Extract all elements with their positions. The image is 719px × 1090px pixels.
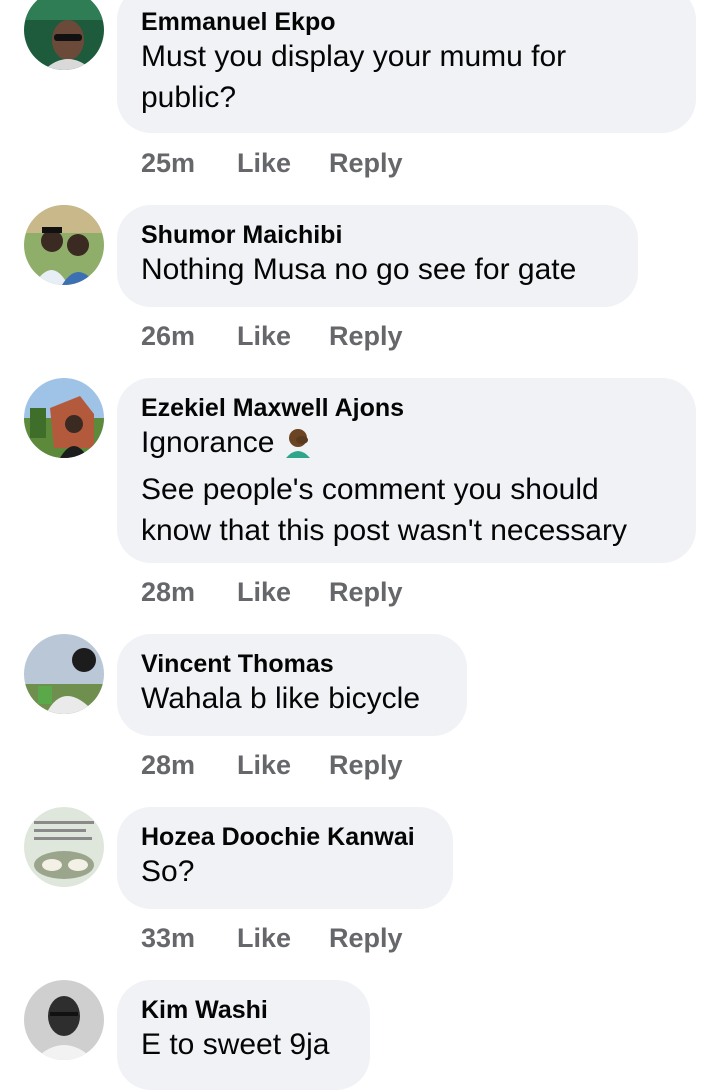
comment-text: Must you display your mumu for: [141, 40, 567, 73]
comment-text: So?: [141, 855, 195, 888]
comment-timestamp[interactable]: 33m: [141, 923, 195, 954]
comment-text: Ignorance: [141, 422, 672, 469]
commenter-name[interactable]: Shumor Maichibi: [141, 205, 614, 249]
comment-bubble: Shumor Maichibi Nothing Musa no go see f…: [117, 205, 638, 307]
commenter-name[interactable]: Emmanuel Ekpo: [141, 0, 672, 36]
comment-bubble: Emmanuel Ekpo Must you display your mumu…: [117, 0, 696, 133]
reply-button[interactable]: Reply: [329, 577, 403, 608]
like-button[interactable]: Like: [237, 923, 291, 954]
comment-text: Nothing Musa no go see for gate: [141, 253, 577, 286]
avatar[interactable]: [24, 205, 104, 285]
comment-text: E to sweet 9ja: [141, 1028, 330, 1061]
comment-text: Wahala b like bicycle: [141, 682, 421, 715]
comment-timestamp[interactable]: 25m: [141, 148, 195, 179]
facepalm-emoji-icon: [282, 426, 314, 469]
comment-bubble: Hozea Doochie Kanwai So?: [117, 807, 453, 909]
comment-timestamp[interactable]: 28m: [141, 750, 195, 781]
comment-text-line: Ignorance: [141, 426, 275, 459]
reply-button[interactable]: Reply: [329, 148, 403, 179]
avatar[interactable]: [24, 634, 104, 714]
comment-bubble: Vincent Thomas Wahala b like bicycle: [117, 634, 467, 736]
commenter-name[interactable]: Vincent Thomas: [141, 634, 443, 678]
comment-text: See people's comment you should: [141, 473, 599, 506]
like-button[interactable]: Like: [237, 148, 291, 179]
commenter-name[interactable]: Hozea Doochie Kanwai: [141, 807, 429, 851]
avatar[interactable]: [24, 0, 104, 70]
avatar[interactable]: [24, 378, 104, 458]
reply-button[interactable]: Reply: [329, 750, 403, 781]
comment-bubble: Ezekiel Maxwell Ajons Ignorance See peop…: [117, 378, 696, 563]
reply-button[interactable]: Reply: [329, 923, 403, 954]
like-button[interactable]: Like: [237, 577, 291, 608]
comment-bubble: Kim Washi E to sweet 9ja: [117, 980, 370, 1090]
commenter-name[interactable]: Kim Washi: [141, 980, 346, 1024]
reply-button[interactable]: Reply: [329, 321, 403, 352]
comment-timestamp[interactable]: 26m: [141, 321, 195, 352]
avatar[interactable]: [24, 807, 104, 887]
like-button[interactable]: Like: [237, 321, 291, 352]
avatar[interactable]: [24, 980, 104, 1060]
comment-text: know that this post wasn't necessary: [141, 514, 627, 547]
like-button[interactable]: Like: [237, 750, 291, 781]
comment-text: public?: [141, 81, 237, 114]
commenter-name[interactable]: Ezekiel Maxwell Ajons: [141, 378, 672, 422]
comment-timestamp[interactable]: 28m: [141, 577, 195, 608]
